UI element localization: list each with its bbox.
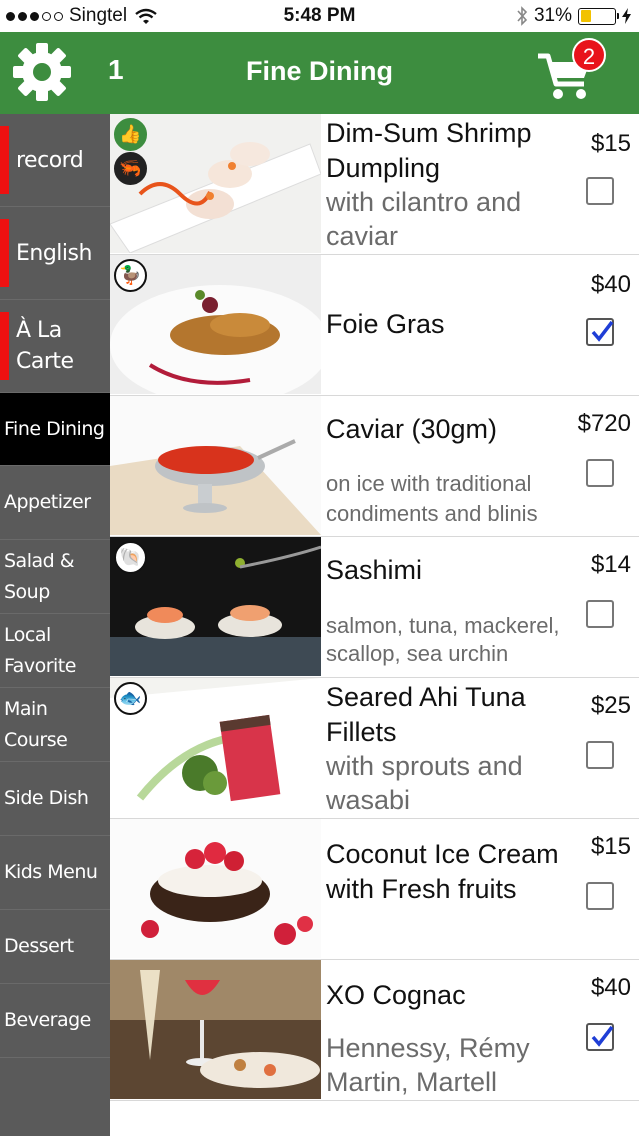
item-price: $25 [590,692,631,719]
charging-bolt-icon [622,8,631,24]
item-price: $40 [590,271,631,298]
duck-icon: 🦆 [114,259,147,292]
sidebar-item-label: Fine Dining [4,417,105,440]
select-checkbox[interactable] [586,459,614,487]
select-checkbox[interactable] [586,741,614,769]
sidebar-item-label: Dessert [4,935,74,957]
item-description: with sprouts and wasabi [326,751,523,815]
item-name: Dim-Sum Shrimp Dumpling [326,118,532,183]
sidebar-item-label: Salad & Soup [4,549,75,603]
bluetooth-icon [517,6,528,26]
select-checkbox[interactable] [586,1023,614,1051]
sidebar-item-kids-menu[interactable]: Kids Menu [0,836,110,910]
menu-item-row[interactable]: 🦆 Foie Gras $40 [110,255,639,396]
sidebar-item-label: Beverage [4,1009,91,1031]
sidebar-item-record[interactable]: record [0,114,110,207]
sidebar-item-beverage[interactable]: Beverage [0,984,110,1058]
menu-item-row[interactable]: Caviar (30gm) on ice with traditional co… [110,396,639,537]
sidebar-item-label: Appetizer [4,491,91,513]
item-price: $15 [590,130,631,157]
item-price: $14 [590,551,631,578]
sidebar-item-label: English [16,240,92,266]
sidebar-item-label: Side Dish [4,787,89,809]
fish-icon: 🐟 [114,682,147,715]
sidebar-item-a-la-carte[interactable]: À La Carte [0,300,110,393]
thumbs-up-icon: 👍 [114,118,147,151]
dish-photo [110,819,321,958]
item-name: Seared Ahi Tuna Fillets [326,682,526,747]
sidebar-item-local-favorite[interactable]: Local Favorite [0,614,110,688]
menu-item-row[interactable]: XO Cognac Hennessy, Rémy Martin, Martell… [110,960,639,1101]
item-description: salmon, tuna, mackerel, scallop, sea urc… [326,613,560,666]
item-name: Foie Gras [326,309,445,339]
sidebar-item-side-dish[interactable]: Side Dish [0,762,110,836]
status-right: 31% [516,5,631,27]
item-name: XO Cognac [326,980,466,1010]
sidebar-item-label: Main Course [4,697,68,751]
app-header: 1 Fine Dining 2 [0,32,639,114]
select-checkbox[interactable] [586,318,614,346]
dish-photo [110,396,321,535]
menu-item-row[interactable]: Coconut Ice Cream with Fresh fruits $15 [110,819,639,960]
sidebar-item-main-course[interactable]: Main Course [0,688,110,762]
checkmark-icon [591,320,614,342]
item-name: Caviar (30gm) [326,414,498,444]
menu-item-row[interactable]: 👍 🦐 Dim-Sum Shrimp Dumpling with cilantr… [110,114,639,255]
item-description: Hennessy, Rémy Martin, Martell [326,1033,530,1097]
battery-icon [578,7,619,25]
cart-count-badge: 2 [572,38,606,72]
select-checkbox[interactable] [586,882,614,910]
menu-item-row[interactable]: 🐟 Seared Ahi Tuna Fillets with sprouts a… [110,678,639,819]
select-checkbox[interactable] [586,600,614,628]
item-price: $720 [577,410,631,437]
item-description: on ice with traditional condiments and b… [326,471,538,526]
shrimp-icon: 🦐 [114,152,147,185]
sidebar-item-label: record [16,147,84,173]
sidebar-item-salad-soup[interactable]: Salad & Soup [0,540,110,614]
status-bar: Singtel 5:48 PM 31% [0,0,639,32]
category-sidebar: record English À La Carte Fine Dining Ap… [0,114,110,1136]
select-checkbox[interactable] [586,177,614,205]
item-name: Coconut Ice Cream with Fresh fruits [326,839,559,904]
sidebar-item-appetizer[interactable]: Appetizer [0,466,110,540]
sidebar-item-fine-dining[interactable]: Fine Dining [0,393,110,466]
item-price: $15 [590,833,631,860]
battery-percent: 31% [533,5,572,26]
sidebar-item-label: À La Carte [16,318,74,374]
dish-photo [110,960,321,1099]
item-description: with cilantro and caviar [326,187,522,251]
shellfish-icon: 🐚 [114,541,147,574]
menu-item-row[interactable]: 🐚 Sashimi salmon, tuna, mackerel, scallo… [110,537,639,678]
sidebar-item-label: Kids Menu [4,861,98,883]
item-name: Sashimi [326,555,423,585]
checkmark-icon [591,1025,614,1047]
sidebar-item-dessert[interactable]: Dessert [0,910,110,984]
sidebar-item-language[interactable]: English [0,207,110,300]
item-price: $40 [590,974,631,1001]
sidebar-item-label: Local Favorite [4,623,76,677]
